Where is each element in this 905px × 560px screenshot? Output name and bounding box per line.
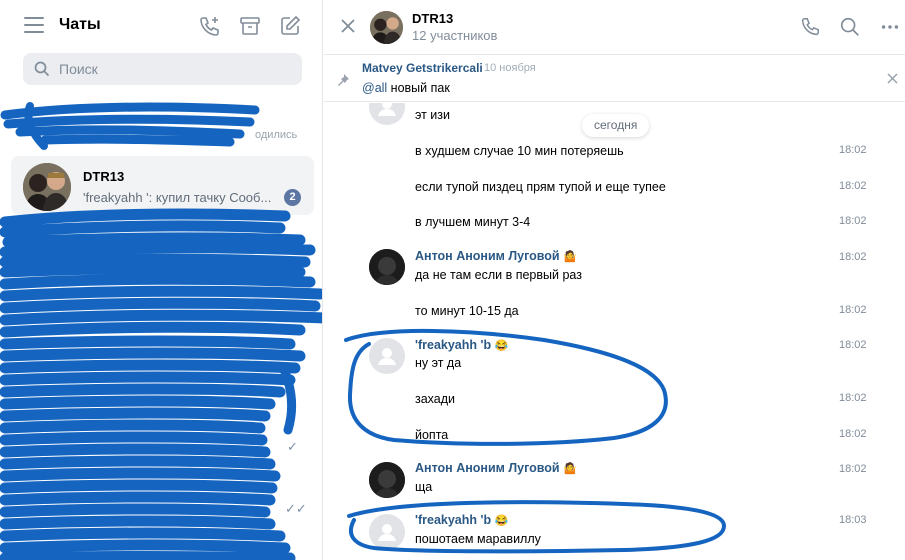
message-time: 18:02 bbox=[839, 215, 867, 227]
message-text: ща bbox=[415, 480, 433, 494]
conversation-title[interactable]: DTR13 bbox=[412, 11, 453, 26]
pinned-body: новый пак bbox=[387, 81, 450, 95]
unpin-close-icon[interactable] bbox=[887, 73, 898, 84]
message-time: 18:02 bbox=[839, 144, 867, 156]
badge-emoji-icon: 🤷 bbox=[563, 463, 577, 475]
badge-emoji-icon: 🤷 bbox=[563, 251, 577, 263]
archive-icon[interactable] bbox=[238, 14, 262, 38]
chat-avatar bbox=[23, 163, 71, 211]
conversation-header: DTR13 12 участников bbox=[324, 0, 905, 55]
avatar[interactable] bbox=[369, 462, 405, 498]
message-time: 18:02 bbox=[839, 251, 867, 263]
chat-list-title: Чаты bbox=[59, 16, 101, 33]
message-text: эт изи bbox=[415, 108, 450, 122]
message-author[interactable]: 'freakyahh 'b 😂 bbox=[415, 513, 508, 527]
message-text: пошотаем маравиллу bbox=[415, 532, 541, 546]
message-time: 18:02 bbox=[839, 180, 867, 192]
message-author[interactable]: Антон Аноним Луговой 🤷 bbox=[415, 461, 577, 475]
message-feed: эт изи сегодня в худшем случае 10 мин по… bbox=[324, 103, 905, 560]
badge-emoji-icon: 😂 bbox=[494, 515, 509, 527]
obscured-text: трипи bbox=[88, 233, 121, 245]
menu-icon[interactable] bbox=[24, 17, 44, 33]
read-check-icon: ✓ bbox=[287, 439, 298, 454]
search-input[interactable]: Поиск bbox=[23, 53, 302, 85]
search-icon bbox=[34, 61, 50, 77]
more-icon[interactable] bbox=[879, 16, 901, 38]
phone-icon[interactable] bbox=[799, 16, 821, 38]
badge-emoji-icon: 😂 bbox=[494, 340, 509, 352]
search-icon[interactable] bbox=[839, 16, 861, 38]
avatar[interactable] bbox=[369, 514, 405, 550]
message-text: если тупой пиздец прям тупой и еще тупее bbox=[415, 180, 666, 194]
message-time: 18:02 bbox=[839, 463, 867, 475]
call-plus-icon[interactable] bbox=[198, 14, 222, 38]
obscured-text: м bbox=[291, 256, 299, 268]
compose-icon[interactable] bbox=[278, 14, 302, 38]
message-author[interactable]: Антон Аноним Луговой 🤷 bbox=[415, 249, 577, 263]
message-text: йопта bbox=[415, 428, 449, 442]
pinned-date: 10 ноября bbox=[484, 62, 536, 74]
avatar[interactable] bbox=[369, 103, 405, 125]
message-time: 18:02 bbox=[839, 304, 867, 316]
pin-icon bbox=[338, 74, 349, 86]
close-icon[interactable] bbox=[339, 17, 357, 35]
pinned-text: @all новый пак bbox=[362, 81, 450, 95]
unread-badge: 2 bbox=[284, 189, 301, 206]
chat-last-message: 'freakyahh ': купил тачку Сооб... bbox=[83, 190, 272, 205]
chat-name: DTR13 bbox=[83, 169, 125, 184]
pinned-mention[interactable]: @all bbox=[362, 81, 387, 95]
message-time: 18:02 bbox=[839, 428, 867, 440]
message-author[interactable]: 'freakyahh 'b 😂 bbox=[415, 338, 508, 352]
date-divider: сегодня bbox=[582, 114, 650, 137]
chat-list-header: Чаты bbox=[0, 0, 322, 52]
avatar[interactable] bbox=[369, 338, 405, 374]
message-text: да не там если в первый раз bbox=[415, 268, 582, 282]
chat-item-dtr13[interactable]: DTR13 'freakyahh ': купил тачку Сооб... … bbox=[11, 156, 314, 215]
avatar[interactable] bbox=[369, 249, 405, 285]
conversation-avatar[interactable] bbox=[370, 11, 403, 44]
message-text: то минут 10-15 да bbox=[415, 304, 519, 318]
message-time: 18:02 bbox=[839, 392, 867, 404]
chat-list-panel: Чаты Поиск одились трипи м DTR13 'freaky… bbox=[0, 0, 323, 560]
message-text: ну эт да bbox=[415, 356, 462, 370]
message-text: захади bbox=[415, 392, 456, 406]
obscured-text: одились bbox=[255, 129, 298, 141]
conversation-member-count[interactable]: 12 участников bbox=[412, 28, 497, 43]
pinned-author[interactable]: Matvey Getstrikercali bbox=[362, 61, 483, 75]
message-text: в худшем случае 10 мин потеряешь bbox=[415, 144, 624, 158]
message-text: в лучшем минут 3-4 bbox=[415, 215, 531, 229]
message-time: 18:02 bbox=[839, 339, 867, 351]
search-placeholder: Поиск bbox=[59, 61, 98, 77]
read-double-check-icon: ✓✓ bbox=[285, 501, 307, 516]
message-time: 18:03 bbox=[839, 514, 867, 526]
conversation-panel: DTR13 12 участников Matvey Getstrikercal… bbox=[324, 0, 905, 560]
pinned-message[interactable]: Matvey Getstrikercali 10 ноября @all нов… bbox=[324, 55, 905, 102]
